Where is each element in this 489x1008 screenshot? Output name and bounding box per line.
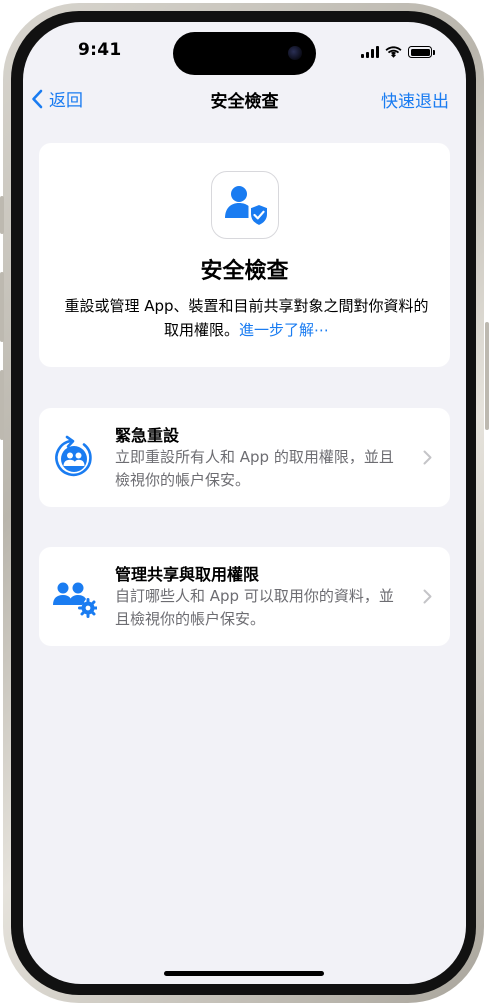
action-button	[0, 196, 4, 234]
app-icon	[211, 171, 279, 239]
wifi-icon	[385, 46, 402, 58]
manage-sharing-description: 自訂哪些人和 App 可以取用你的資料，並且檢視你的帳户保安。	[115, 587, 394, 628]
header-title: 安全檢查	[200, 259, 289, 284]
emergency-reset-icon	[55, 435, 92, 477]
manage-sharing-title: 管理共享與取用權限	[115, 565, 260, 584]
status-icons	[361, 44, 435, 58]
cellular-signal-icon	[361, 46, 379, 58]
safety-check-header-card: 安全檢查 重設或管理 App、裝置和目前共享對象之間對你資料的取用權限。進一步了…	[39, 143, 450, 367]
status-time: 9:41	[78, 40, 122, 60]
emergency-reset-description: 立即重設所有人和 App 的取用權限，並且檢視你的帳户保安。	[115, 448, 394, 489]
home-indicator[interactable]	[164, 971, 324, 976]
manage-sharing-icon	[53, 582, 97, 618]
chevron-right-icon	[423, 589, 432, 604]
volume-down-button	[0, 370, 4, 440]
person-shield-icon	[225, 186, 269, 228]
chevron-right-icon	[423, 450, 432, 465]
battery-icon	[408, 46, 435, 58]
volume-up-button	[0, 272, 4, 342]
navigation-bar: 返回 安全檢查 快速退出	[23, 84, 466, 114]
header-description: 重設或管理 App、裝置和目前共享對象之間對你資料的取用權限。進一步了解⋯	[57, 294, 436, 342]
dynamic-island	[173, 32, 316, 75]
emergency-reset-title: 緊急重設	[115, 426, 180, 445]
front-camera-icon	[288, 46, 302, 60]
screen: 9:41 返回 安全檢查 快速退出 安全檢查 重設或管理 App、裝置和目前共享…	[23, 22, 466, 984]
manage-sharing-row[interactable]: 管理共享與取用權限 自訂哪些人和 App 可以取用你的資料，並且檢視你的帳户保安…	[39, 547, 450, 646]
power-button	[485, 322, 489, 430]
quick-exit-button[interactable]: 快速退出	[381, 87, 449, 112]
learn-more-link[interactable]: 進一步了解⋯	[239, 321, 329, 339]
emergency-reset-row[interactable]: 緊急重設 立即重設所有人和 App 的取用權限，並且檢視你的帳户保安。	[39, 408, 450, 507]
